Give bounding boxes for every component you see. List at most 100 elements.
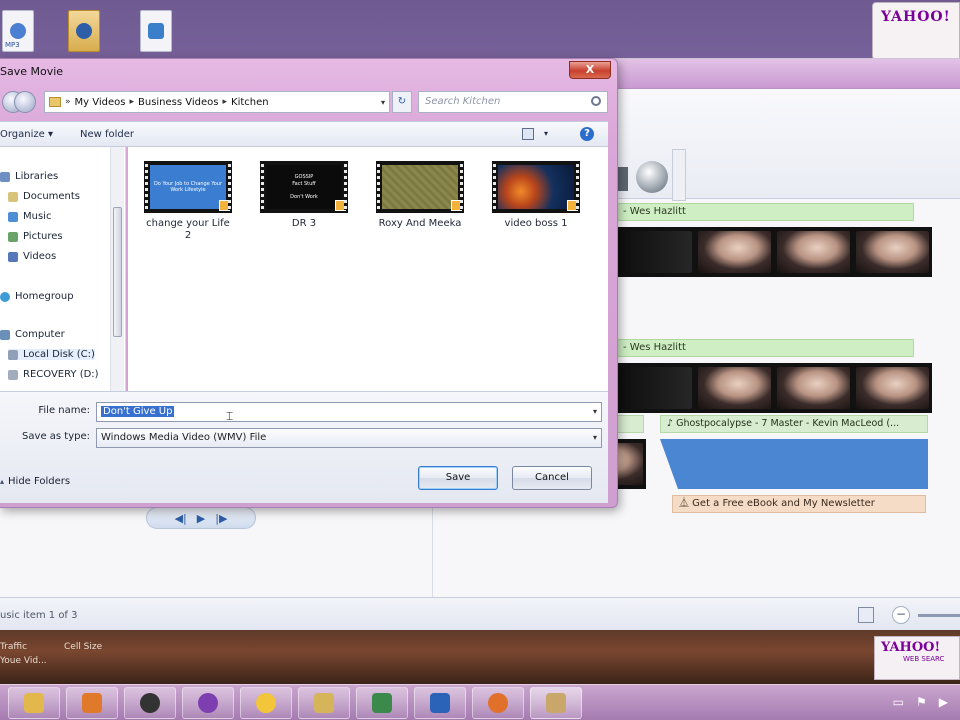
chevron-down-icon[interactable]: ▾ <box>381 98 385 107</box>
video-clip-strip[interactable] <box>616 363 932 413</box>
taskbar-explorer[interactable] <box>8 686 60 719</box>
cancel-button[interactable]: Cancel <box>512 466 592 490</box>
file-name-input[interactable]: Don't Give Up ▾ <box>96 402 602 422</box>
breadcrumb-overflow[interactable]: » <box>65 97 71 107</box>
nav-music[interactable]: Music <box>8 211 51 222</box>
music-icon <box>8 211 18 222</box>
desktop-wallpaper <box>0 630 960 684</box>
search-input[interactable]: Search Kitchen <box>418 91 608 113</box>
taskbar-firefox[interactable] <box>472 686 524 719</box>
video-frame <box>856 367 929 409</box>
chevron-down-icon[interactable]: ▾ <box>593 403 597 421</box>
storyboard-view-icon[interactable] <box>858 607 874 623</box>
file-name-value: Don't Give Up <box>101 406 175 417</box>
nav-pictures[interactable]: Pictures <box>8 231 63 242</box>
playback-controls: ◀| ▶ |▶ <box>146 507 256 529</box>
video-frame <box>619 367 692 409</box>
file-item-change-your-life[interactable]: Do Your Job to Change Your Work Lifestyl… <box>136 161 240 242</box>
address-bar[interactable]: » My Videos ▸ Business Videos ▸ Kitchen … <box>44 91 390 113</box>
title-clip[interactable] <box>660 439 928 489</box>
nav-recovery[interactable]: RECOVERY (D:) <box>8 369 99 380</box>
tray-flag-icon[interactable]: ⚑ <box>916 695 927 709</box>
desktop-icon-mp3[interactable]: MP3 <box>2 10 34 52</box>
text-cursor-icon: ⌶ <box>226 409 234 423</box>
nav-documents[interactable]: Documents <box>8 191 80 202</box>
chevron-up-icon: ▴ <box>0 477 5 486</box>
file-label: Roxy And Meeka <box>378 218 462 229</box>
caption-bar[interactable]: - Wes Hazlitt <box>616 203 914 221</box>
taskbar-document[interactable] <box>414 686 466 719</box>
chevron-down-icon[interactable]: ▾ <box>593 429 597 447</box>
tray-expand-icon[interactable]: ▶ <box>939 695 948 709</box>
taskbar-folder-stack[interactable] <box>298 686 350 719</box>
video-thumbnail <box>492 161 580 213</box>
folder-icon <box>49 97 61 107</box>
nav-scrollbar[interactable] <box>110 147 124 391</box>
video-frame <box>777 367 850 409</box>
music-track-stub[interactable] <box>616 415 644 433</box>
refresh-button[interactable]: ↻ <box>392 91 412 113</box>
burn-disc-icon[interactable] <box>636 161 668 193</box>
gadget-traffic-label: Traffic <box>0 642 28 652</box>
folder-stack-icon <box>314 692 334 713</box>
taskbar-smiley[interactable] <box>240 686 292 719</box>
organize-button[interactable]: Organize ▾ <box>0 129 53 140</box>
views-icon[interactable] <box>522 128 534 140</box>
scroll-thumb[interactable] <box>113 207 122 337</box>
taskbar-media-player[interactable] <box>66 686 118 719</box>
thumbnail-image <box>382 165 458 209</box>
navigation-pane: Libraries Documents Music Pictures Video… <box>0 147 126 391</box>
zoom-out-button[interactable]: − <box>892 606 910 624</box>
search-icon <box>591 96 601 106</box>
yahoo-widget[interactable]: YAHOO! <box>872 2 960 60</box>
zoom-slider[interactable] <box>918 614 960 617</box>
breadcrumb-kitchen[interactable]: Kitchen <box>231 97 269 108</box>
file-item-dr-3[interactable]: GOSSIP Fact Stuff Don't Work DR 3 <box>252 161 356 230</box>
messenger-icon <box>198 692 218 713</box>
help-icon[interactable]: ? <box>580 127 594 141</box>
video-clip-strip[interactable] <box>616 227 932 277</box>
system-tray: ▭ ⚑ ▶ <box>893 695 948 709</box>
tray-display-icon[interactable]: ▭ <box>893 695 904 709</box>
taskbar-people[interactable] <box>356 686 408 719</box>
thumbnail-image: GOSSIP Fact Stuff Don't Work <box>266 165 342 209</box>
documents-icon <box>8 191 18 202</box>
yahoo-search-gadget[interactable]: YAHOO! WEB SEARC <box>874 636 960 680</box>
desktop-icon-folder[interactable] <box>68 10 100 52</box>
computer-icon <box>0 329 10 340</box>
ribbon-scroll[interactable] <box>672 149 686 201</box>
save-type-select[interactable]: Windows Media Video (WMV) File ▾ <box>96 428 602 448</box>
previous-frame-button[interactable]: ◀| <box>175 512 187 525</box>
file-item-roxy-and-meeka[interactable]: Roxy And Meeka <box>368 161 472 230</box>
nav-homegroup[interactable]: Homegroup <box>0 291 74 302</box>
file-label: video boss 1 <box>504 218 568 229</box>
caption-ebook[interactable]: ⏅ Get a Free eBook and My Newsletter <box>672 495 926 513</box>
nav-local-disk[interactable]: Local Disk (C:) <box>8 349 95 360</box>
taskbar-screen-recorder[interactable] <box>124 686 176 719</box>
nav-libraries[interactable]: Libraries <box>0 171 58 182</box>
taskbar-messenger[interactable] <box>182 686 234 719</box>
dialog-title: Save Movie <box>0 65 64 78</box>
breadcrumb-separator[interactable]: ▸ <box>129 97 134 107</box>
nav-videos[interactable]: Videos <box>8 251 56 262</box>
save-button[interactable]: Save <box>418 466 498 490</box>
caption-bar[interactable]: - Wes Hazlitt <box>616 339 914 357</box>
file-item-video-boss-1[interactable]: video boss 1 <box>484 161 588 230</box>
file-list: Do Your Job to Change Your Work Lifestyl… <box>128 147 608 391</box>
breadcrumb-my-videos[interactable]: My Videos <box>75 97 126 108</box>
hide-folders-button[interactable]: ▴ Hide Folders <box>0 476 70 487</box>
taskbar-movie-maker[interactable] <box>530 686 582 719</box>
desktop-icon-media[interactable] <box>140 10 172 52</box>
close-button[interactable]: X <box>569 61 611 79</box>
nav-computer[interactable]: Computer <box>0 329 65 340</box>
views-dropdown[interactable]: ▾ <box>544 129 548 138</box>
music-track-bar[interactable]: ♪ Ghostpocalypse - 7 Master - Kevin MacL… <box>660 415 928 433</box>
next-frame-button[interactable]: |▶ <box>215 512 227 525</box>
new-folder-button[interactable]: New folder <box>80 129 134 140</box>
firefox-icon <box>488 692 508 713</box>
breadcrumb-separator[interactable]: ▸ <box>223 97 228 107</box>
media-player-icon <box>82 692 102 713</box>
breadcrumb-business-videos[interactable]: Business Videos <box>138 97 219 108</box>
play-button[interactable]: ▶ <box>197 512 205 525</box>
forward-button[interactable] <box>14 91 36 113</box>
